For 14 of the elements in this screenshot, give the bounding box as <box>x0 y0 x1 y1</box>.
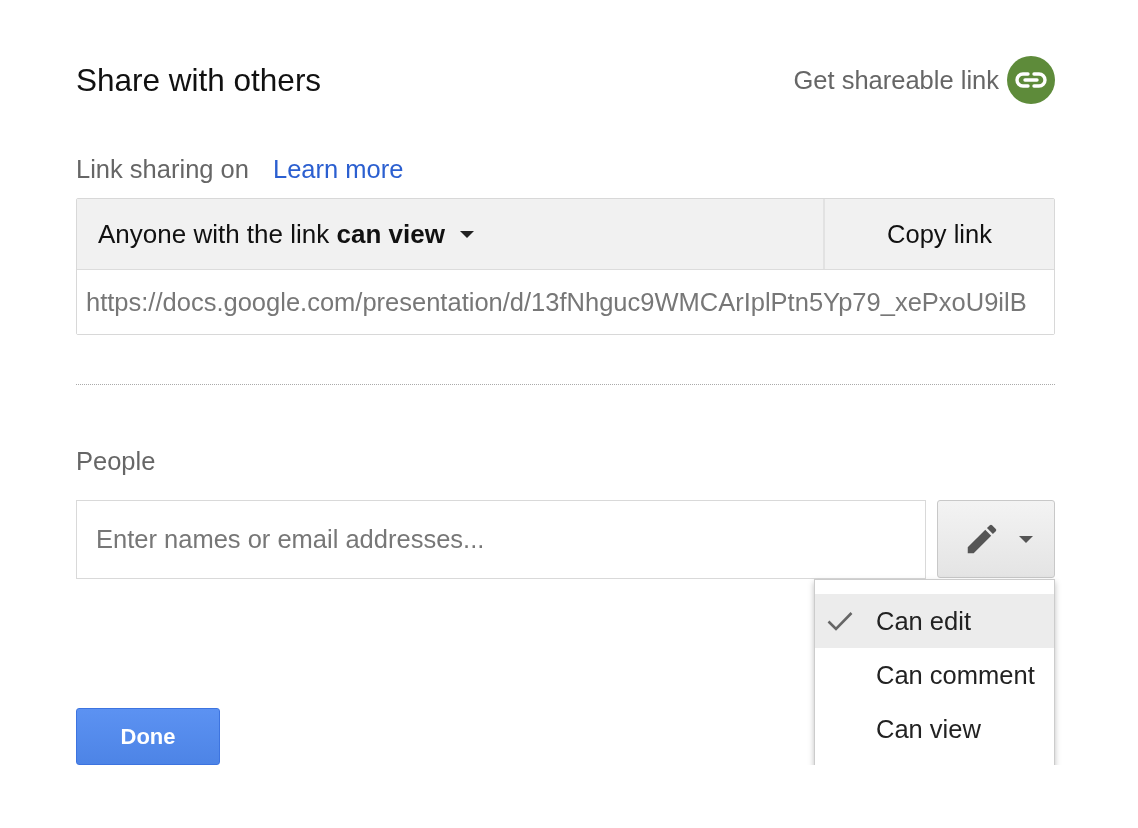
menu-item[interactable]: Can comment <box>815 648 1054 702</box>
menu-item[interactable]: Can view <box>815 702 1054 756</box>
link-sharing-label: Link sharing on <box>76 155 249 184</box>
learn-more-link[interactable]: Learn more <box>272 155 404 184</box>
people-input-field[interactable]: Enter names or email addresses... <box>76 500 926 579</box>
check-icon <box>827 611 853 631</box>
people-label: People <box>76 447 156 476</box>
get-link-button[interactable]: Get shareable link <box>793 65 999 95</box>
access-dropdown[interactable]: Anyone with the link can view <box>77 199 823 269</box>
caret-icon <box>1019 535 1033 543</box>
dialog-title: Share with others <box>76 61 322 99</box>
menu-item[interactable]: Can edit <box>815 594 1054 648</box>
permission-dropdown-button[interactable] <box>937 500 1055 578</box>
caret-icon <box>459 230 474 238</box>
